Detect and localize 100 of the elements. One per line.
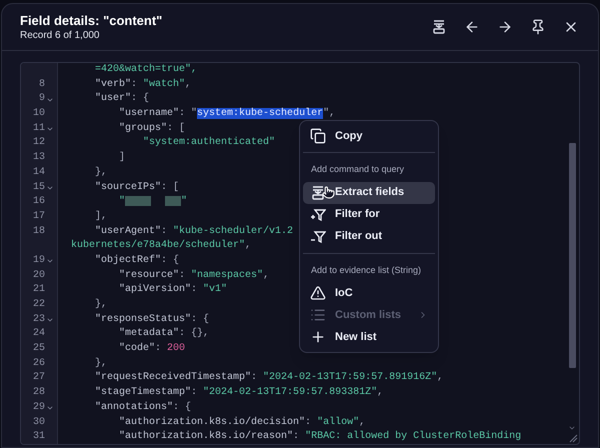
line-number: 11 [32, 122, 45, 136]
arrow-left-icon [464, 19, 480, 35]
line-number: 16 [32, 195, 45, 210]
code-token: "authorization.k8s.io/decision" [118, 416, 306, 428]
code-token: : { [191, 314, 210, 325]
code-token: "responseStatus" [94, 314, 192, 325]
line-number: 22 [32, 298, 45, 312]
scrollbar-thumb[interactable] [568, 143, 576, 368]
code-token: }, [94, 358, 108, 369]
code-token: , [359, 416, 366, 428]
code-token: "system:authenticated" [142, 137, 276, 148]
code-token: "v1" [203, 284, 228, 296]
line-number: 21 [32, 283, 45, 298]
code-token: : [131, 78, 138, 90]
code-token: "resource" [118, 270, 180, 281]
code-token: : [305, 416, 312, 428]
code-token: "sourceIPs" [94, 182, 162, 192]
code-token: kubernetes/e78a4be/scheduler" [71, 240, 246, 252]
line-number: 28 [32, 386, 45, 400]
line-number: 12 [32, 136, 45, 150]
hand-cursor-icon [322, 186, 335, 199]
line-number: 19 [32, 254, 45, 268]
plus-icon [310, 329, 326, 345]
code-token: , [437, 372, 444, 384]
code-token: : [161, 226, 168, 237]
code-token: : [191, 284, 198, 296]
code-token: "stageTimestamp" [94, 387, 192, 398]
code-token: "annotations" [94, 402, 174, 413]
line-number: 25 [32, 342, 45, 356]
code-token: =420&watch=true", [94, 64, 198, 75]
code-token: , [245, 240, 252, 252]
code-token: 200 [167, 343, 186, 354]
line-number: 14 [32, 166, 45, 180]
code-token: "user" [94, 93, 132, 104]
code-token: ", [323, 108, 336, 120]
line-number: 24 [32, 327, 45, 342]
filter-minus-icon [310, 228, 326, 244]
code-token: : { [131, 93, 150, 104]
code-token: }, [94, 299, 108, 310]
list-icon [310, 307, 326, 323]
code-token: "RBAC: allowed by ClusterRoleBinding [305, 431, 522, 442]
line-number: 20 [32, 268, 45, 283]
menu-section-heading: Add to evidence list (String) [310, 264, 422, 277]
code-token: "userAgent" [94, 226, 162, 237]
code-token: "requestReceivedTimestamp" [94, 372, 252, 384]
warning-icon [310, 285, 326, 301]
code-token: "kube-scheduler/v1.2 [173, 226, 294, 237]
menu-section-heading: Add command to query [310, 163, 406, 176]
code-token: : {}, [179, 328, 210, 340]
code-token: : " [179, 108, 198, 120]
code-token: "watch" [143, 78, 186, 90]
menu-item[interactable]: Extract fields [303, 182, 435, 204]
code-token: : [179, 270, 186, 281]
code-token: , [185, 78, 192, 90]
resize-grip-icon[interactable] [569, 434, 578, 443]
code-token: : [191, 387, 198, 398]
code-token: " [118, 196, 126, 208]
code-token: : { [161, 254, 180, 266]
line-number: 13 [32, 151, 45, 166]
code-token: , [263, 270, 270, 281]
arrow-right-icon [497, 19, 513, 35]
extract-icon [310, 184, 326, 200]
code-token: "allow" [317, 416, 360, 428]
code-token: "code" [118, 343, 156, 354]
copy-icon [310, 128, 326, 144]
code-token: ], [94, 210, 108, 222]
pin-icon [530, 19, 546, 35]
line-number: 9 [38, 92, 45, 106]
scroll-down-icon[interactable] [568, 424, 576, 432]
code-token: "verb" [94, 78, 132, 90]
record-counter: Record 6 of 1,000 [20, 28, 100, 42]
line-number: 30 [32, 416, 45, 430]
selected-text: system:kube-scheduler [197, 108, 324, 120]
menu-item[interactable]: IoC [303, 282, 435, 304]
code-token: "username" [118, 108, 180, 120]
code-token: : [293, 431, 300, 442]
code-token: " [181, 196, 188, 208]
code-token: , [377, 387, 384, 398]
line-number: 26 [32, 356, 45, 371]
extract-icon [431, 19, 447, 35]
code-token: "metadata" [118, 328, 180, 340]
menu-item[interactable]: Filter for [303, 204, 435, 226]
menu-item[interactable]: Filter out [303, 226, 435, 248]
dialog-title: Field details: "content" [20, 12, 162, 28]
code-token: }, [94, 166, 108, 178]
code-token: : [ [161, 182, 180, 192]
code-token: : [155, 343, 162, 354]
code-token: ] [118, 152, 126, 164]
line-number: 23 [32, 312, 45, 327]
menu-item[interactable]: Copy [303, 125, 435, 147]
code-token: "2024-02-13T17:59:57.893381Z" [203, 387, 378, 398]
code-token: : [ [167, 122, 186, 134]
menu-item[interactable]: New list [303, 326, 435, 348]
code-token: "apiVersion" [118, 284, 192, 296]
line-number: 31 [32, 430, 45, 444]
code-token: : { [173, 402, 192, 413]
code-token: "2024-02-13T17:59:57.891916Z" [263, 372, 438, 384]
line-number: 15 [32, 180, 45, 194]
code-token: "authorization.k8s.io/reason" [118, 431, 294, 442]
code-token: : [251, 372, 258, 384]
